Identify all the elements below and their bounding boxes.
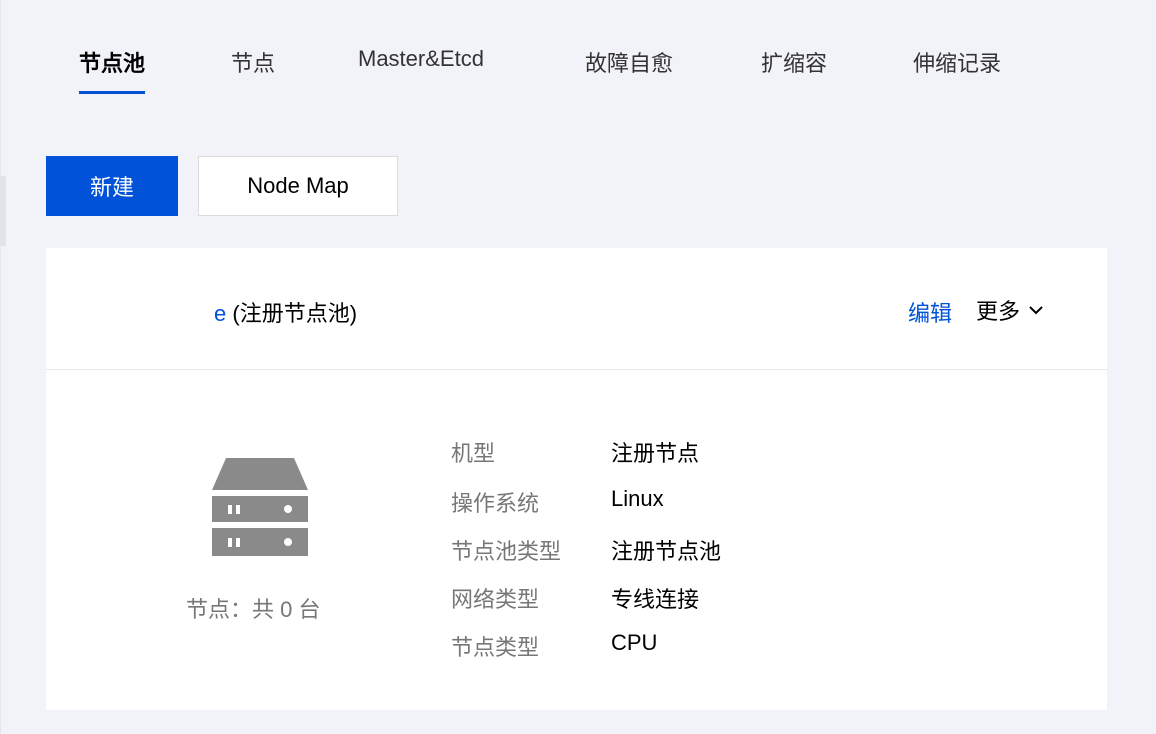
edit-link[interactable]: 编辑 <box>908 296 952 328</box>
tab-scaling[interactable]: 扩缩容 <box>761 46 827 94</box>
server-icon <box>212 458 308 556</box>
node-pool-card: e (注册节点池) 编辑 更多 节点：共 0 台 机型 注册节点 操作系统 Li… <box>46 248 1107 710</box>
detail-label: 操作系统 <box>451 491 540 516</box>
node-map-button[interactable]: Node Map <box>198 156 398 216</box>
detail-label: 节点池类型 <box>451 539 562 564</box>
create-button[interactable]: 新建 <box>46 156 178 216</box>
detail-value: 注册节点 <box>611 441 700 466</box>
detail-value: 注册节点池 <box>611 539 722 564</box>
chevron-down-icon <box>1029 306 1043 315</box>
node-pool-name-fragment[interactable]: e <box>214 301 226 326</box>
left-panel-edge <box>0 0 8 734</box>
more-label: 更多 <box>976 299 1021 324</box>
tab-scaling-records[interactable]: 伸缩记录 <box>913 46 1001 94</box>
detail-label: 网络类型 <box>451 587 540 612</box>
page: 节点池 节点 Master&Etcd 故障自愈 扩缩容 伸缩记录 新建 Node… <box>0 0 1156 734</box>
tab-nodes[interactable]: 节点 <box>231 46 275 94</box>
detail-value: 专线连接 <box>611 587 700 612</box>
detail-value: CPU <box>611 630 658 655</box>
detail-label: 机型 <box>451 441 496 466</box>
tab-master-etcd[interactable]: Master&Etcd <box>358 46 484 94</box>
tab-self-healing[interactable]: 故障自愈 <box>585 46 673 94</box>
node-pool-title: e (注册节点池) <box>214 296 357 328</box>
node-pool-type-label: (注册节点池) <box>232 301 358 326</box>
node-count: 节点：共 0 台 <box>186 597 321 622</box>
tab-bar: 节点池 节点 Master&Etcd 故障自愈 扩缩容 伸缩记录 <box>46 36 1106 94</box>
card-header: e (注册节点池) 编辑 更多 <box>46 248 1107 370</box>
more-dropdown[interactable]: 更多 <box>976 294 1044 326</box>
detail-value: Linux <box>611 486 664 511</box>
detail-label: 节点类型 <box>451 635 540 660</box>
tab-node-pool[interactable]: 节点池 <box>79 46 146 94</box>
